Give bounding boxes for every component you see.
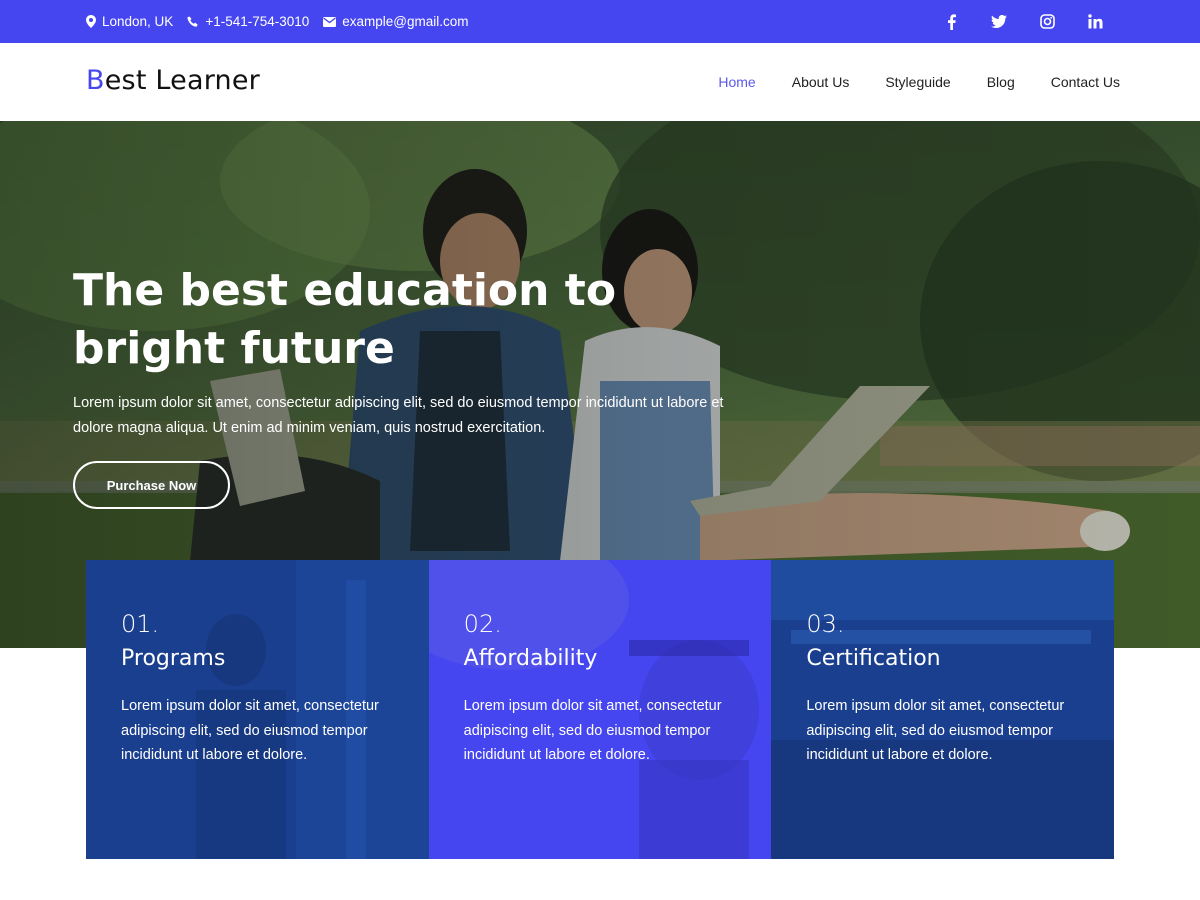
feature-card-affordability[interactable]: 02. Affordability Lorem ipsum dolor sit …: [428, 560, 772, 859]
hero-text: Lorem ipsum dolor sit amet, consectetur …: [73, 395, 724, 436]
linkedin-icon[interactable]: [1086, 13, 1104, 31]
phone-item[interactable]: +1-541-754-3010: [187, 14, 309, 29]
card-number: 01.: [121, 610, 160, 638]
feature-cards: 01. Programs Lorem ipsum dolor sit amet,…: [86, 560, 1115, 859]
card-title: Certification: [806, 646, 941, 671]
nav-blog[interactable]: Blog: [987, 74, 1015, 90]
twitter-icon[interactable]: [990, 13, 1008, 31]
phone-icon: [187, 16, 199, 28]
card-text: Lorem ipsum dolor sit amet, consectetur …: [463, 698, 722, 763]
card-title: Affordability: [463, 646, 598, 671]
nav-styleguide[interactable]: Styleguide: [885, 74, 950, 90]
top-bar: London, UK +1-541-754-3010 example@gmail…: [0, 0, 1200, 43]
email-item[interactable]: example@gmail.com: [323, 14, 469, 29]
card-text: Lorem ipsum dolor sit amet, consectetur …: [806, 698, 1065, 763]
nav-home[interactable]: Home: [718, 74, 755, 90]
map-pin-icon: [86, 15, 96, 28]
nav-about-us[interactable]: About Us: [792, 74, 850, 90]
purchase-now-button[interactable]: Purchase Now: [73, 461, 230, 509]
main-nav: Home About Us Styleguide Blog Contact Us: [718, 43, 1120, 121]
facebook-icon[interactable]: [942, 13, 960, 31]
nav-contact-us[interactable]: Contact Us: [1051, 74, 1120, 90]
location-text: London, UK: [102, 14, 174, 29]
site-logo[interactable]: Best Learner: [86, 65, 260, 96]
hero-title: The best education to bright future: [73, 265, 617, 374]
phone-text: +1-541-754-3010: [205, 14, 310, 29]
logo-text: est Learner: [104, 65, 260, 96]
feature-card-certification[interactable]: 03. Certification Lorem ipsum dolor sit …: [771, 560, 1115, 859]
logo-initial: B: [86, 65, 105, 96]
email-text: example@gmail.com: [342, 14, 469, 29]
card-title: Programs: [121, 646, 226, 671]
social-links: [942, 0, 1104, 43]
feature-card-programs[interactable]: 01. Programs Lorem ipsum dolor sit amet,…: [86, 560, 429, 859]
location-item: London, UK: [86, 14, 173, 29]
site-header: Best Learner Home About Us Styleguide Bl…: [0, 43, 1200, 121]
card-number: 02.: [463, 610, 502, 638]
card-text: Lorem ipsum dolor sit amet, consectetur …: [121, 698, 379, 763]
envelope-icon: [323, 16, 337, 27]
contact-info: London, UK +1-541-754-3010 example@gmail…: [86, 0, 469, 43]
card-number: 03.: [806, 610, 845, 638]
instagram-icon[interactable]: [1038, 13, 1056, 31]
